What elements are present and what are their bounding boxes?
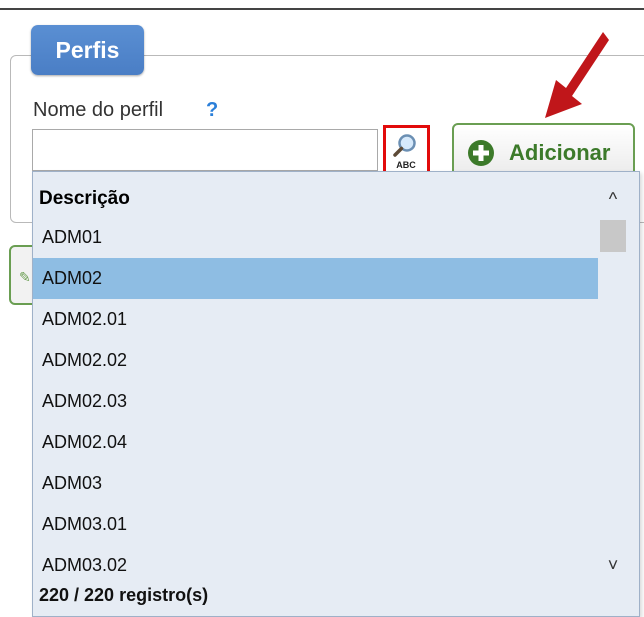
- list-item[interactable]: ADM03.02: [33, 545, 598, 586]
- list-item[interactable]: ADM01: [33, 217, 598, 258]
- scroll-thumb[interactable]: [600, 220, 626, 252]
- list-item[interactable]: ADM02.01: [33, 299, 598, 340]
- scroll-up-icon[interactable]: ^: [597, 184, 629, 214]
- autocomplete-dropdown[interactable]: Descrição ADM01 ADM02 ADM02.01 ADM02.02 …: [32, 171, 640, 617]
- profile-list: ADM01 ADM02 ADM02.01 ADM02.02 ADM02.03 A…: [33, 217, 598, 586]
- pencil-icon: ✎: [19, 269, 31, 285]
- profile-name-label: Nome do perfil: [33, 99, 164, 121]
- search-button[interactable]: ABC: [383, 125, 430, 174]
- scrollbar[interactable]: ^ ˅: [597, 184, 629, 582]
- scroll-down-icon[interactable]: ˅: [597, 550, 629, 580]
- add-button-label: Adicionar: [509, 140, 611, 165]
- list-item-selected[interactable]: ADM02: [33, 258, 598, 299]
- column-header-description: Descrição: [39, 188, 130, 209]
- list-item[interactable]: ADM03.01: [33, 504, 598, 545]
- help-icon[interactable]: ?: [206, 99, 218, 122]
- panel-legend: Perfis: [31, 25, 144, 75]
- list-item[interactable]: ADM02.02: [33, 340, 598, 381]
- search-caption: ABC: [396, 160, 416, 170]
- list-item[interactable]: ADM02.03: [33, 381, 598, 422]
- list-item[interactable]: ADM02.04: [33, 422, 598, 463]
- top-divider: [0, 8, 644, 10]
- plus-circle-icon: [468, 140, 494, 166]
- profile-name-input[interactable]: [32, 129, 378, 171]
- search-abc-icon: ABC: [393, 134, 416, 170]
- record-count: 220 / 220 registro(s): [39, 585, 209, 605]
- list-item[interactable]: ADM03: [33, 463, 598, 504]
